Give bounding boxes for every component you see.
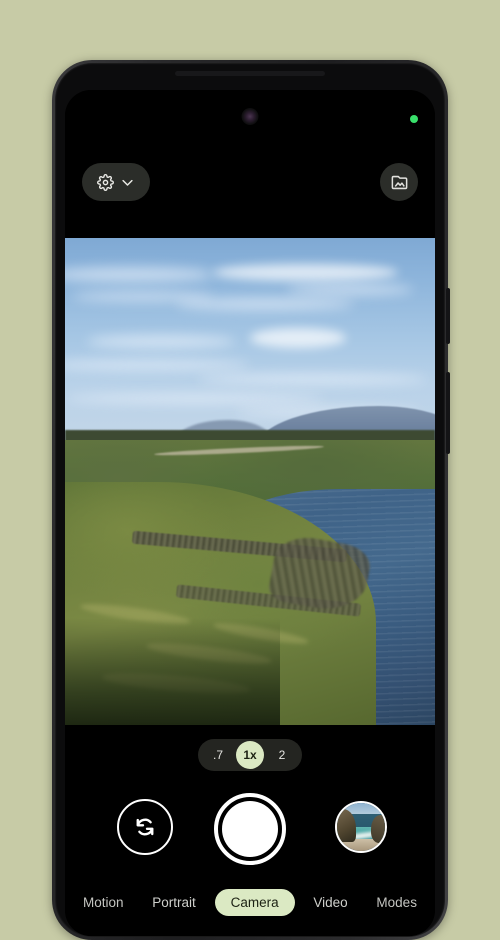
phone-device-frame: .7 1x 2 Motion Portrait Camera Video Mod… <box>52 60 450 940</box>
power-button[interactable] <box>446 288 450 344</box>
chevron-down-icon <box>120 175 135 190</box>
camera-in-use-dot-icon <box>410 115 418 123</box>
camera-bottom-bar: .7 1x 2 Motion Portrait Camera Video Mod… <box>65 725 435 936</box>
live-preview-image <box>65 238 435 725</box>
settings-button[interactable] <box>82 163 150 201</box>
zoom-option-2[interactable]: 2 <box>266 742 298 768</box>
shutter-button[interactable] <box>214 793 286 865</box>
gear-icon <box>97 173 114 191</box>
camera-viewfinder[interactable] <box>65 238 435 725</box>
photo-library-icon <box>390 173 409 192</box>
gallery-button[interactable] <box>380 163 418 201</box>
zoom-level-selector[interactable]: .7 1x 2 <box>198 739 302 771</box>
flip-camera-button[interactable] <box>117 799 173 855</box>
screenshot-canvas: .7 1x 2 Motion Portrait Camera Video Mod… <box>0 0 500 940</box>
camera-top-bar <box>65 90 435 238</box>
thumbnail-image <box>337 803 385 851</box>
volume-button[interactable] <box>446 372 450 454</box>
last-photo-thumbnail-button[interactable] <box>335 801 387 853</box>
zoom-option-1x[interactable]: 1x <box>236 741 264 769</box>
front-camera-punch-hole <box>241 108 259 125</box>
earpiece-speaker <box>175 71 325 76</box>
zoom-option-0.7[interactable]: .7 <box>202 742 234 768</box>
mode-video[interactable]: Video <box>303 889 357 916</box>
mode-motion[interactable]: Motion <box>73 889 134 916</box>
mode-portrait[interactable]: Portrait <box>142 889 206 916</box>
phone-screen: .7 1x 2 Motion Portrait Camera Video Mod… <box>65 90 435 936</box>
camera-flip-icon <box>130 812 160 842</box>
capture-controls-row <box>65 793 435 871</box>
mode-modes[interactable]: Modes <box>366 889 427 916</box>
camera-mode-selector[interactable]: Motion Portrait Camera Video Modes <box>65 885 435 919</box>
mode-camera[interactable]: Camera <box>214 888 295 916</box>
shutter-inner-circle <box>222 801 278 857</box>
